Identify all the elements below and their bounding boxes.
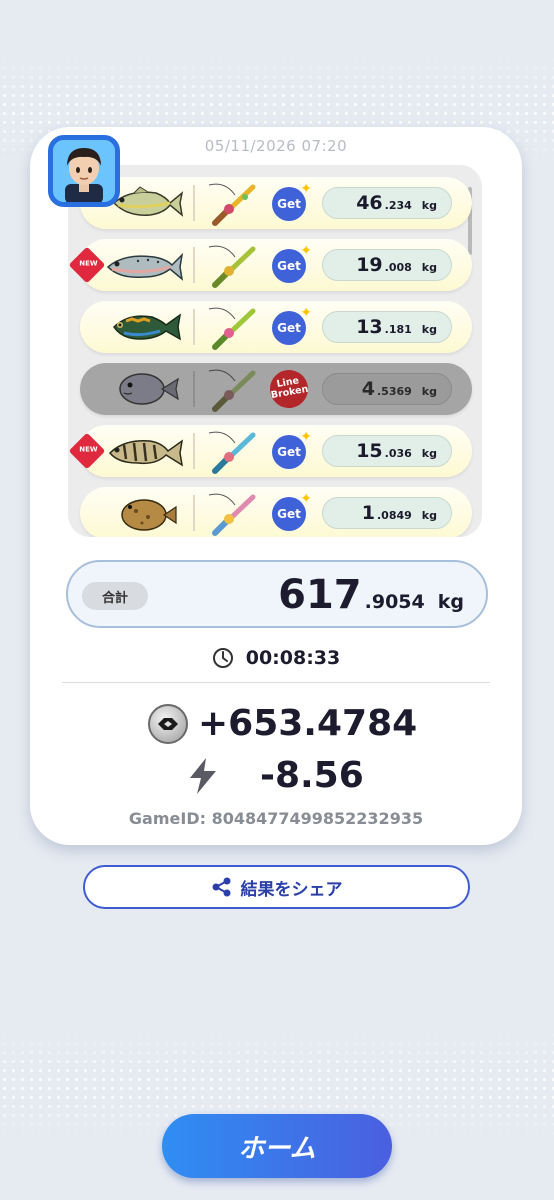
- weight-unit: kg: [421, 447, 437, 460]
- coin-reward: +653.4784: [148, 703, 417, 744]
- weight-decimal: .181: [384, 323, 412, 336]
- weight-integer: 13: [356, 316, 383, 338]
- star-icon: ✦: [300, 305, 312, 321]
- fishing-rod-icon: [208, 183, 256, 226]
- timer-value: 00:08:33: [245, 647, 341, 669]
- result-card: 05/11/2026 07:20 Get ✦ 46 .234 kg NEW Ge…: [30, 127, 522, 845]
- fishing-rod-icon: [208, 307, 256, 350]
- weight-unit: kg: [421, 261, 437, 274]
- weight-integer: 19: [356, 254, 383, 276]
- new-badge-label: NEW: [79, 445, 98, 454]
- perch-fish-icon: [108, 439, 184, 467]
- puffer-fish-icon: [119, 373, 179, 405]
- weight-unit: kg: [421, 323, 437, 336]
- catch-row[interactable]: Line Broken 4.5369 kg: [80, 363, 472, 415]
- star-icon: ✦: [300, 491, 312, 507]
- catch-row[interactable]: Get ✦ 1.0849 kg: [80, 487, 472, 537]
- catch-row[interactable]: NEW Get ✦ 19.008 kg: [68, 239, 472, 291]
- fishing-rod-icon: [208, 431, 256, 474]
- row-divider: [193, 433, 195, 469]
- new-badge: NEW: [68, 432, 106, 470]
- weight-decimal: .008: [384, 261, 412, 274]
- weight-display: 15.036 kg: [322, 435, 452, 467]
- game-id: GameID: 8048477499852232935: [128, 809, 424, 828]
- weight-display: 1.0849 kg: [322, 497, 452, 529]
- coin-icon: [148, 703, 188, 744]
- energy-change: -8.56: [186, 755, 364, 796]
- weight-integer: 4: [361, 378, 375, 400]
- star-icon: ✦: [300, 429, 312, 445]
- fishing-rod-icon: [208, 493, 256, 536]
- share-button-label: 結果をシェア: [240, 879, 343, 900]
- salmon-fish-icon: [106, 252, 184, 281]
- weight-display: 4.5369 kg: [322, 373, 452, 405]
- energy-value: -8.56: [260, 755, 364, 796]
- player-avatar: [48, 135, 120, 207]
- total-decimal: .9054: [364, 591, 425, 613]
- new-badge-label: NEW: [79, 259, 98, 268]
- weight-unit: kg: [421, 509, 437, 522]
- row-divider: [193, 309, 195, 345]
- total-integer: 617: [278, 572, 362, 618]
- weight-unit: kg: [421, 385, 437, 398]
- weight-decimal: .036: [384, 447, 412, 460]
- share-icon: [212, 877, 230, 897]
- row-divider: [193, 371, 195, 407]
- get-badge: Get ✦: [272, 181, 312, 221]
- weight-display: 19.008 kg: [322, 249, 452, 281]
- weight-integer: 15: [356, 440, 383, 462]
- get-badge: Get ✦: [272, 243, 312, 283]
- clock-icon: [212, 648, 233, 668]
- home-button-label: ホーム: [238, 1133, 316, 1164]
- row-divider: [193, 247, 195, 283]
- catch-row[interactable]: Get ✦ 13.181 kg: [80, 301, 472, 353]
- weight-decimal: .234: [384, 199, 412, 212]
- catch-list[interactable]: Get ✦ 46.234 kg NEW Get ✦ 19.008 kg Get …: [68, 165, 482, 537]
- stickleback-fish-icon: [113, 313, 182, 341]
- line-broken-badge: Line Broken: [266, 366, 312, 412]
- play-time: 00:08:33: [30, 647, 522, 669]
- row-divider: [193, 495, 195, 531]
- star-icon: ✦: [300, 243, 312, 259]
- fishing-rod-icon: [208, 245, 256, 288]
- get-badge: Get ✦: [272, 491, 312, 531]
- weight-decimal: .0849: [377, 509, 412, 522]
- catch-row[interactable]: NEW Get ✦ 15.036 kg: [68, 425, 472, 477]
- lightning-icon: [190, 757, 216, 794]
- new-badge: NEW: [68, 246, 106, 284]
- home-button[interactable]: ホーム: [162, 1114, 392, 1178]
- total-weight-value: 617.9054 kg: [278, 572, 464, 618]
- divider: [62, 682, 490, 683]
- weight-integer: 46: [356, 192, 383, 214]
- catch-row[interactable]: Get ✦ 46.234 kg: [80, 177, 472, 229]
- coin-value: +653.4784: [198, 703, 418, 744]
- weight-display: 46.234 kg: [322, 187, 452, 219]
- get-badge: Get ✦: [272, 429, 312, 469]
- share-result-button[interactable]: 結果をシェア: [83, 865, 470, 909]
- row-divider: [193, 185, 195, 221]
- fishing-rod-icon: [208, 369, 256, 412]
- star-icon: ✦: [300, 181, 312, 197]
- weight-integer: 1: [361, 502, 375, 524]
- total-weight-panel: 合計 617.9054 kg: [66, 560, 488, 628]
- weight-decimal: .5369: [377, 385, 412, 398]
- weight-unit: kg: [421, 199, 437, 212]
- total-label: 合計: [82, 582, 148, 610]
- get-badge: Get ✦: [272, 305, 312, 345]
- total-unit: kg: [437, 591, 464, 613]
- weight-display: 13.181 kg: [322, 311, 452, 343]
- flounder-fish-icon: [121, 499, 177, 531]
